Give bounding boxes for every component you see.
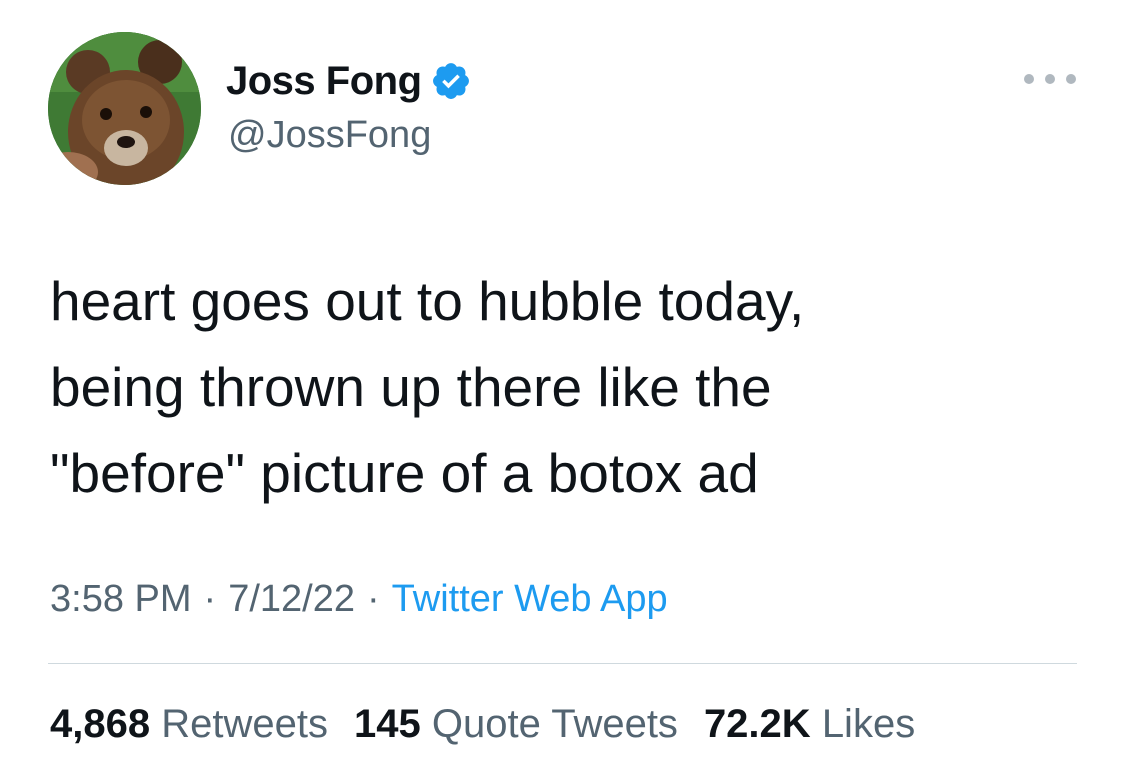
dot bbox=[1045, 74, 1055, 84]
separator: · bbox=[366, 578, 380, 620]
dot bbox=[1024, 74, 1034, 84]
tweet-time[interactable]: 3:58 PM bbox=[50, 578, 192, 620]
retweets-count: 4,868 bbox=[50, 702, 151, 746]
more-options-icon[interactable] bbox=[1024, 66, 1076, 92]
retweets-stat[interactable]: 4,868 Retweets bbox=[50, 702, 328, 747]
tweet-source-link[interactable]: Twitter Web App bbox=[392, 578, 668, 620]
bear-avatar-image bbox=[48, 32, 201, 185]
avatar[interactable] bbox=[48, 32, 201, 185]
likes-stat[interactable]: 72.2K Likes bbox=[704, 702, 915, 747]
likes-count: 72.2K bbox=[703, 702, 811, 746]
quote-tweets-stat[interactable]: 145 Quote Tweets bbox=[354, 702, 678, 747]
separator: · bbox=[203, 578, 217, 620]
retweets-label: Retweets bbox=[161, 702, 328, 746]
divider bbox=[48, 663, 1077, 664]
verified-badge-icon bbox=[430, 60, 472, 102]
author-handle[interactable]: @JossFong bbox=[228, 114, 431, 157]
dot bbox=[1066, 74, 1076, 84]
author-name-row: Joss Fong bbox=[226, 56, 472, 106]
display-name[interactable]: Joss Fong bbox=[226, 59, 422, 104]
tweet-card: Joss Fong @JossFong heart goes out to hu… bbox=[0, 0, 1125, 781]
likes-label: Likes bbox=[821, 702, 916, 746]
tweet-metadata: 3:58 PM · 7/12/22 · Twitter Web App bbox=[50, 578, 668, 621]
tweet-text: heart goes out to hubble today, being th… bbox=[50, 270, 805, 504]
tweet-date[interactable]: 7/12/22 bbox=[228, 578, 355, 620]
quote-tweets-label: Quote Tweets bbox=[431, 702, 678, 746]
engagement-stats: 4,868 Retweets 145 Quote Tweets 72.2K Li… bbox=[50, 702, 941, 747]
quote-tweets-count: 145 bbox=[353, 702, 421, 746]
